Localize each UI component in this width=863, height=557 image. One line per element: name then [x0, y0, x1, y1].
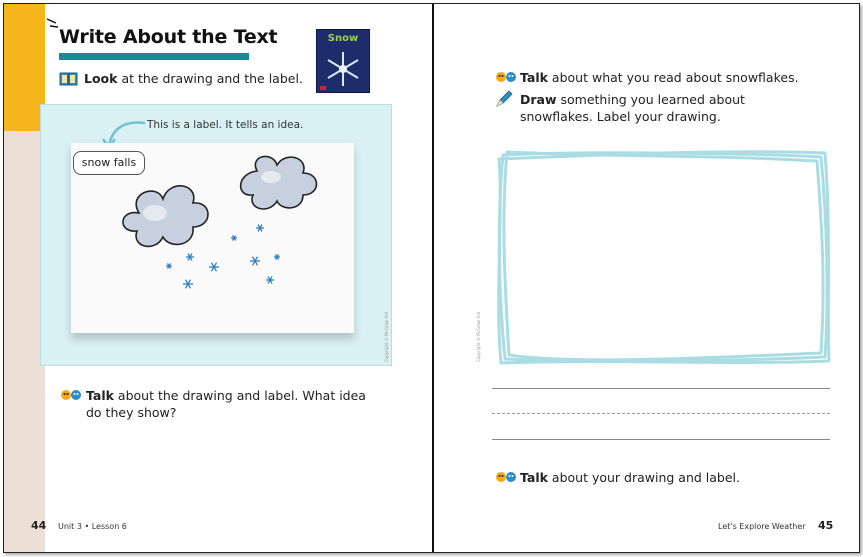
page-title: Write About the Text — [59, 26, 278, 48]
snowflake-icon — [266, 276, 274, 284]
talk-partners-icon — [496, 72, 516, 82]
page-divider — [432, 4, 434, 552]
snowflake-icon — [256, 224, 264, 232]
example-drawing-panel: This is a label. It tells an idea. snow … — [40, 104, 392, 366]
snowflake-cover-icon — [320, 52, 359, 90]
snowflakes-group — [166, 224, 280, 289]
page-number-left: 44 — [31, 519, 47, 532]
copyright-note: Copyright © McGraw Hill — [384, 312, 389, 362]
drawing-frame[interactable] — [495, 149, 833, 367]
talk-partners-icon — [61, 390, 81, 400]
snowflake-icon — [183, 279, 193, 289]
snowflake-icon — [274, 254, 280, 260]
snowflake-icon — [209, 262, 219, 272]
footer-left: Unit 3 • Lesson 6 — [58, 522, 127, 531]
talk-instruction-right-1: Talk about what you read about snowflake… — [520, 70, 799, 85]
page-number-right: 45 — [818, 519, 834, 532]
book-icon — [59, 72, 78, 86]
title-underline — [59, 53, 249, 60]
label-note: This is a label. It tells an idea. — [147, 119, 304, 131]
writing-line-top — [492, 388, 830, 389]
book-cover-thumbnail: Snow — [316, 29, 370, 93]
look-instruction: Look at the drawing and the label. — [84, 71, 303, 86]
writing-line-mid — [492, 413, 830, 414]
snowflake-icon — [250, 256, 260, 266]
sparkle-icon — [46, 18, 59, 28]
talk-instruction-right-2: Talk about your drawing and label. — [520, 470, 741, 485]
accent-strip — [4, 4, 45, 131]
writing-line-bottom — [492, 439, 830, 440]
drawing-paper: snow falls — [71, 143, 354, 333]
footer-right: Let's Explore Weather — [718, 522, 806, 531]
draw-instruction: Draw something you learned about snowfla… — [520, 92, 745, 124]
crayon-icon — [496, 90, 513, 107]
book-spread: Write About the Text Snow Look at the dr… — [3, 3, 860, 553]
talk-instruction-left: Talk about the drawing and label. What i… — [86, 388, 366, 420]
snowflake-icon — [186, 253, 194, 261]
talk-partners-icon — [496, 472, 516, 482]
snowflake-icon — [231, 235, 237, 241]
snowflake-icon — [166, 263, 172, 269]
side-strip — [4, 131, 45, 552]
copyright-note-right: Copyright © McGraw Hill — [476, 312, 481, 362]
